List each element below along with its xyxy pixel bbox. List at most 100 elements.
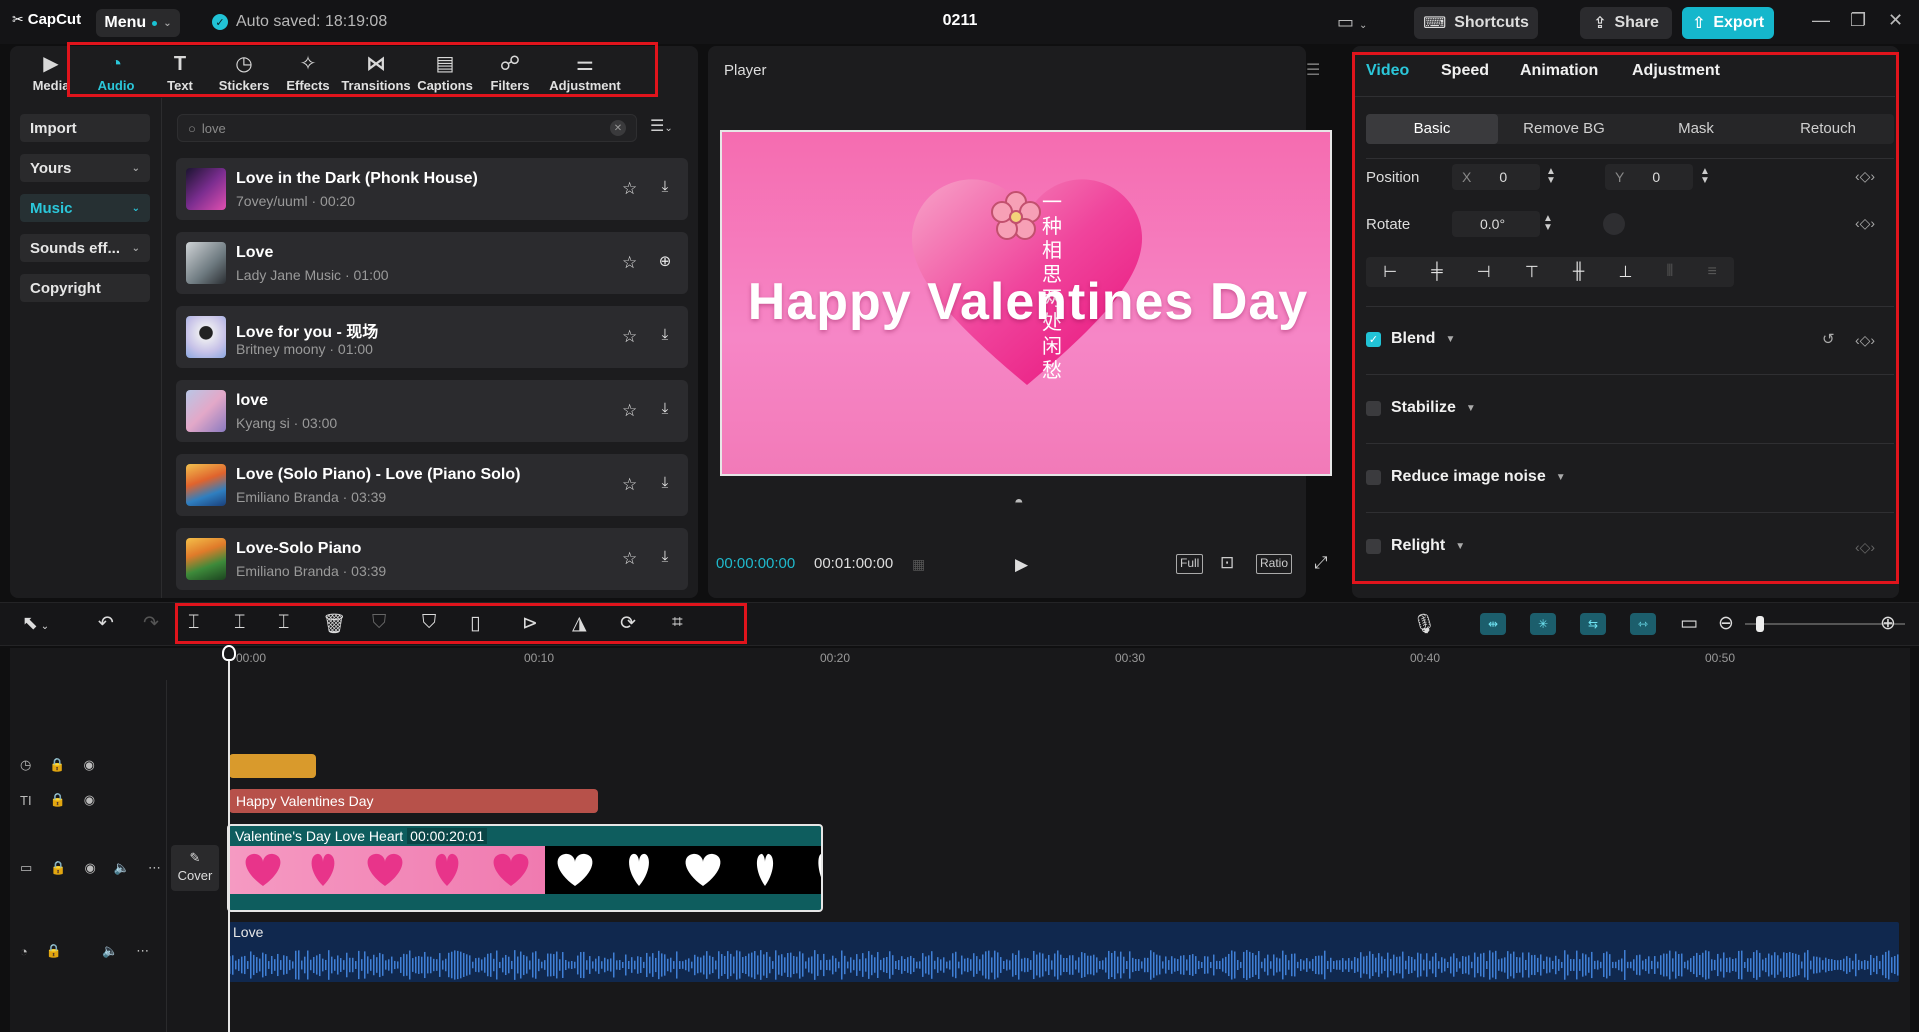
subtab-retouch[interactable]: Retouch — [1762, 114, 1894, 144]
download-icon[interactable]: ⤓ — [654, 474, 676, 496]
undo-icon[interactable]: ↶ — [98, 612, 114, 635]
download-icon[interactable]: ⤓ — [654, 548, 676, 570]
lock-icon[interactable]: 🔒 — [49, 757, 65, 773]
eye-icon[interactable]: ◉ — [84, 860, 95, 876]
align-center-h-icon[interactable]: ╪ — [1431, 263, 1442, 281]
zoom-out-icon[interactable]: ⊖ — [1718, 612, 1734, 635]
subtab-basic[interactable]: Basic — [1366, 114, 1498, 144]
relight-checkbox[interactable] — [1366, 538, 1381, 554]
playhead[interactable] — [228, 650, 230, 1032]
sidebar-item-copyright[interactable]: Copyright — [20, 274, 150, 302]
speaker-icon[interactable]: 🔈 — [102, 943, 118, 959]
close-icon[interactable]: ✕ — [1888, 10, 1903, 31]
list-item[interactable]: Love-Solo Piano Emiliano Branda · 03:39 … — [176, 528, 688, 590]
y-stepper-icon[interactable]: ▲ ▼ — [1700, 167, 1710, 186]
position-x-field[interactable]: X 0 — [1452, 164, 1540, 190]
waveform-toggle-icon[interactable]: ▦ — [912, 556, 925, 573]
filter-icon[interactable]: ☰⌄ — [650, 116, 673, 136]
favorite-icon[interactable]: ☆ — [622, 327, 637, 347]
align-top-icon[interactable]: ⊤ — [1525, 262, 1539, 282]
reset-icon[interactable]: ↺ — [1822, 330, 1835, 348]
cover-button[interactable]: ✎ Cover — [171, 845, 219, 891]
noise-row[interactable]: Reduce image noise ▼ — [1366, 468, 1566, 486]
download-icon[interactable]: ⤓ — [654, 178, 676, 200]
eye-icon[interactable]: ◉ — [84, 792, 95, 808]
relight-row[interactable]: Relight ▼ — [1366, 537, 1465, 555]
more-icon[interactable]: ⋯ — [148, 860, 161, 876]
tab-adjustment-props[interactable]: Adjustment — [1632, 62, 1720, 80]
align-bottom-icon[interactable]: ⊥ — [1618, 262, 1632, 282]
text-clip[interactable]: Happy Valentines Day — [229, 789, 598, 813]
list-item[interactable]: love Kyang si · 03:00 ☆ ⤓ — [176, 380, 688, 442]
stabilize-row[interactable]: Stabilize ▼ — [1366, 399, 1476, 417]
more-icon[interactable]: ⋯ — [136, 943, 149, 959]
download-icon[interactable]: ⤓ — [654, 326, 676, 348]
microphone-icon[interactable]: 🎙 — [1412, 612, 1436, 636]
subtab-mask[interactable]: Mask — [1630, 114, 1762, 144]
menu-icon[interactable]: ☰ — [1306, 60, 1320, 80]
audio-clip[interactable]: Love — [229, 922, 1899, 982]
magnet-snap-icon[interactable]: ⇹ — [1480, 613, 1506, 635]
list-item[interactable]: Love Lady Jane Music · 01:00 ☆ ⊕ — [176, 232, 688, 294]
x-stepper-icon[interactable]: ▲ ▼ — [1546, 167, 1556, 186]
sidebar-item-sounds[interactable]: Sounds eff... ⌄ — [20, 234, 150, 262]
align-center-v-icon[interactable]: ╫ — [1573, 263, 1584, 281]
export-button[interactable]: ⇧ Export — [1682, 7, 1774, 39]
playhead-handle[interactable] — [222, 645, 236, 661]
favorite-icon[interactable]: ☆ — [622, 401, 637, 421]
blend-row[interactable]: ✓ Blend ▼ — [1366, 330, 1455, 348]
rotate-stepper-icon[interactable]: ▲ ▼ — [1543, 214, 1553, 233]
share-button[interactable]: ⇪ Share — [1580, 7, 1672, 39]
rotate-handle-icon[interactable]: ◓ — [1014, 494, 1024, 512]
align-left-icon[interactable]: ⊢ — [1383, 262, 1397, 282]
search-input[interactable]: ○ love ✕ — [177, 114, 637, 142]
preview-axis-icon[interactable]: ⇿ — [1630, 613, 1656, 635]
eye-icon[interactable]: ◉ — [84, 757, 95, 773]
video-clip[interactable]: Valentine's Day Love Heart 00:00:20:01 — [227, 824, 823, 912]
position-y-field[interactable]: Y 0 — [1605, 164, 1693, 190]
favorite-icon[interactable]: ☆ — [622, 549, 637, 569]
rotate-dial[interactable] — [1603, 213, 1625, 235]
noise-checkbox[interactable] — [1366, 469, 1381, 485]
align-right-icon[interactable]: ⊣ — [1477, 262, 1491, 282]
full-button[interactable]: Full — [1176, 554, 1204, 574]
favorite-icon[interactable]: ☆ — [622, 179, 637, 199]
tab-animation[interactable]: Animation — [1520, 62, 1598, 80]
rotate-field[interactable]: 0.0° — [1452, 211, 1540, 237]
project-title[interactable]: 0211 — [860, 12, 1060, 30]
add-icon[interactable]: ⊕ — [654, 252, 676, 274]
zoom-slider-handle[interactable] — [1756, 616, 1764, 632]
keyframe-icon[interactable]: ‹◇› — [1855, 168, 1875, 185]
clear-search-icon[interactable]: ✕ — [610, 120, 626, 136]
tab-video[interactable]: Video — [1366, 62, 1409, 80]
lock-icon[interactable]: 🔒 — [50, 860, 66, 876]
favorite-icon[interactable]: ☆ — [622, 475, 637, 495]
link-clips-icon[interactable]: ⇆ — [1580, 613, 1606, 635]
download-icon[interactable]: ⤓ — [654, 400, 676, 422]
subtab-remove-bg[interactable]: Remove BG — [1498, 114, 1630, 144]
shortcuts-button[interactable]: ⌨ Shortcuts — [1414, 7, 1538, 39]
layout-icon[interactable]: ▭ ⌄ — [1337, 12, 1367, 33]
ratio-button[interactable]: Ratio — [1256, 554, 1293, 574]
tab-speed[interactable]: Speed — [1441, 62, 1489, 80]
keyframe-icon[interactable]: ‹◇› — [1855, 215, 1875, 232]
sticker-clip[interactable] — [229, 754, 316, 778]
list-item[interactable]: Love in the Dark (Phonk House) 7ovey/uum… — [176, 158, 688, 220]
sidebar-item-yours[interactable]: Yours ⌄ — [20, 154, 150, 182]
menu-button[interactable]: Menu ⌄ — [96, 9, 180, 37]
play-icon[interactable]: ▶ — [1015, 555, 1028, 575]
sidebar-item-music[interactable]: Music ⌄ — [20, 194, 150, 222]
blend-checkbox[interactable]: ✓ — [1366, 331, 1381, 347]
maximize-icon[interactable]: ❐ — [1850, 10, 1866, 31]
video-preview[interactable]: 一种相思两处闲愁 Happy Valentines Day — [720, 130, 1332, 476]
lock-icon[interactable]: 🔒 — [46, 943, 62, 959]
lock-icon[interactable]: 🔒 — [50, 792, 66, 808]
time-ruler[interactable] — [228, 648, 1908, 672]
fullscreen-icon[interactable]: ⤢ — [1314, 553, 1328, 573]
keyframe-icon[interactable]: ‹◇› — [1855, 332, 1875, 349]
select-cursor-icon[interactable]: ⬉ ⌄ — [22, 612, 49, 635]
speaker-icon[interactable]: 🔈 — [114, 860, 130, 876]
minimize-icon[interactable]: — — [1812, 10, 1830, 31]
auto-snap-icon[interactable]: ✳ — [1530, 613, 1556, 635]
stabilize-checkbox[interactable] — [1366, 400, 1381, 416]
